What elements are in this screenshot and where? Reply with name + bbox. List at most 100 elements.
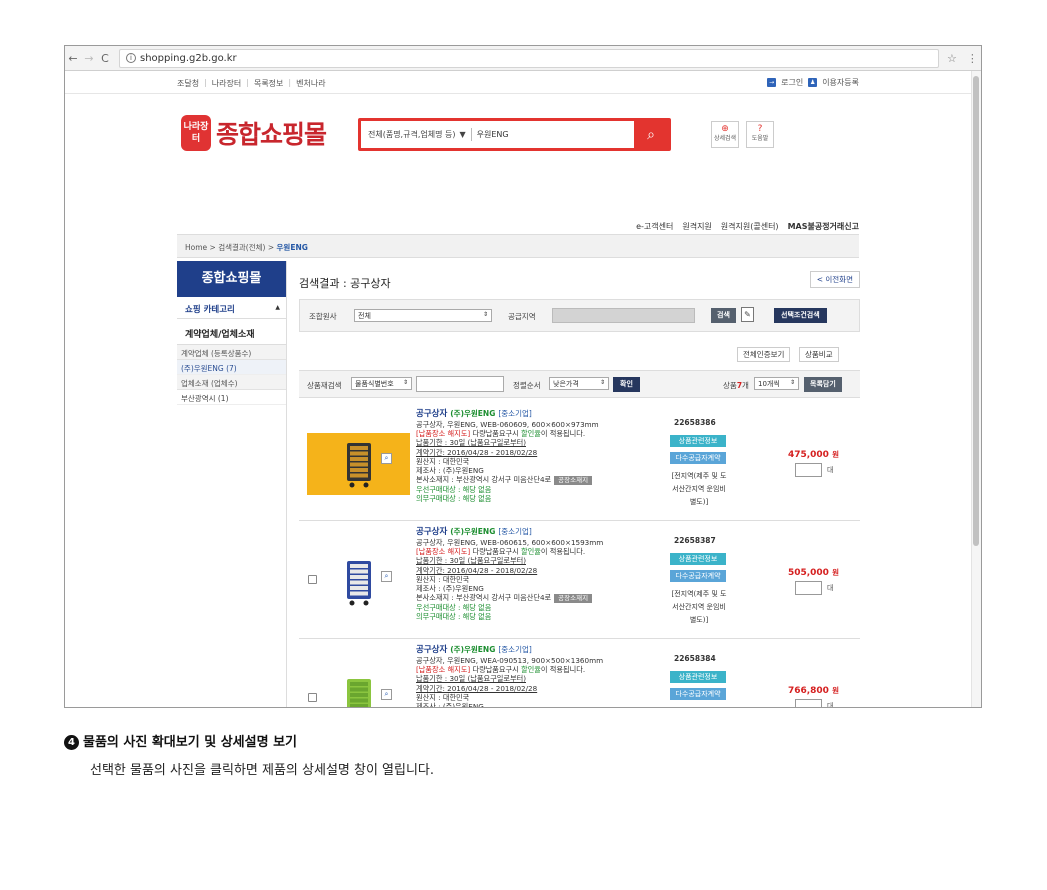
mas-contract-button[interactable]: 다수공급자계약 (670, 688, 726, 700)
zoom-icon[interactable]: ⌕ (381, 571, 392, 582)
compare-button[interactable]: 상품비교 (799, 347, 839, 362)
product-row: ⌕ 공구상자 (주)우원ENG [중소기업] 공구상자, 우원ENG, WEB-… (299, 403, 860, 521)
product-name-text: 공구상자 (416, 409, 448, 419)
separator: | (246, 78, 249, 87)
factory-location-button[interactable]: 공장소재지 (554, 476, 593, 486)
document-icon[interactable]: ✎ (741, 307, 754, 322)
region-field[interactable] (552, 308, 695, 323)
family-site-links: 조달청 | 나라장터 | 목록정보 | 벤처나라 (177, 78, 326, 89)
view-all-cert-button[interactable]: 전체인증보기 (737, 347, 791, 362)
breadcrumb-path[interactable]: Home > 검색결과(전체) > (185, 243, 277, 252)
mas-contract-button[interactable]: 다수공급자계약 (670, 570, 726, 582)
per-page-select[interactable]: 10개씩 ⇕ (754, 377, 799, 390)
product-name[interactable]: 공구상자 (주)우원ENG [중소기업] (416, 644, 656, 656)
nav-remote-callcenter[interactable]: 원격지원(콜센터) (721, 221, 779, 232)
login-icon: → (767, 78, 777, 87)
scrollbar-thumb[interactable] (973, 76, 979, 546)
sidebar-item-region[interactable]: 부산광역시 (1) (177, 390, 286, 405)
sidebar-section-title: 계약업체 (등록상품수) (177, 345, 286, 360)
browser-menu-icon[interactable]: ⋮ (967, 52, 978, 65)
search-icon: ⌕ (647, 126, 655, 143)
tool-cabinet-icon (346, 679, 371, 707)
user-icon: ♟ (808, 78, 818, 87)
help-label: 도움말 (751, 135, 769, 142)
order-select-value: 낮은가격 (553, 380, 579, 388)
filter-panel: 조합원사 전체 ⇕ 공급지역 검색 ✎ 선택조건검색 (299, 299, 860, 332)
product-spec: 공구상자, 우원ENG, WEA-090513, 900×500×1360mm (416, 656, 604, 665)
product-info-button[interactable]: 상품관련정보 (670, 671, 726, 683)
org-select[interactable]: 전체 ⇕ (354, 309, 492, 322)
back-arrow-icon[interactable]: ← (65, 52, 81, 65)
product-code: 22658386 (674, 418, 716, 427)
mandatory-purchase: 의무구매대상 : 해당 없음 (416, 494, 492, 504)
research-input[interactable] (416, 376, 504, 392)
reload-icon[interactable]: C (97, 52, 113, 65)
logo-seal-icon: 나라장터 (181, 115, 211, 151)
research-field-select[interactable]: 물품식별번호 ⇕ (351, 377, 412, 390)
zoom-icon[interactable]: ⌕ (381, 689, 392, 700)
product-info-button[interactable]: 상품관련정보 (670, 553, 726, 565)
add-to-list-button[interactable]: 목록담기 (804, 377, 842, 392)
back-button[interactable]: < 이전화면 (809, 271, 860, 288)
confirm-button[interactable]: 확인 (613, 377, 640, 392)
product-info-button[interactable]: 상품관련정보 (670, 435, 726, 447)
notice-end: 이 적용됩니다. (540, 429, 586, 439)
product-contract: 계약기간: 2016/04/28 - 2018/02/28 (416, 565, 538, 575)
region-label: 공급지역 (508, 312, 536, 321)
search-button[interactable]: ⌕ (634, 121, 668, 148)
bookmark-star-icon[interactable]: ☆ (947, 52, 957, 65)
login-link[interactable]: 로그인 (781, 77, 803, 88)
factory-location-button[interactable]: 공장소재지 (554, 594, 593, 604)
mas-contract-button[interactable]: 다수공급자계약 (670, 452, 726, 464)
browser-window: ← → C i shopping.g2b.go.kr ☆ ⋮ 조달청 | 나라장… (64, 45, 982, 708)
condition-search-button[interactable]: 선택조건검색 (774, 308, 827, 323)
sidebar-category-toggle[interactable]: 쇼핑 카테고리 ▲ (177, 297, 286, 319)
search-scope-select[interactable]: 전체(품명,규격,업체명 등) (361, 129, 455, 140)
quantity-input[interactable] (795, 581, 822, 595)
link-g2b[interactable]: 나라장터 (212, 78, 241, 89)
link-catalog[interactable]: 목록정보 (254, 78, 283, 89)
price-value: 475,000 (787, 450, 829, 460)
info-icon[interactable]: i (126, 53, 136, 63)
detail-search-button[interactable]: ⊕ 상세검색 (711, 121, 739, 148)
product-image[interactable] (307, 551, 410, 613)
research-field-value: 물품식별번호 (355, 380, 394, 388)
result-count: 상품7개 (723, 380, 749, 391)
nav-remote-support[interactable]: 원격지원 (682, 221, 711, 232)
product-details: 공구상자 (주)우원ENG [중소기업] 공구상자, 우원ENG, WEB-06… (416, 408, 656, 504)
register-link[interactable]: 이용자등록 (822, 77, 859, 88)
product-name[interactable]: 공구상자 (주)우원ENG [중소기업] (416, 408, 656, 420)
nav-mas-report[interactable]: MAS불공정거래신고 (788, 221, 859, 232)
notice-red: [납품장소 해지도] (416, 429, 471, 439)
notice-green: 할인율 (521, 665, 541, 675)
site-logo[interactable]: 나라장터 종합쇼핑몰 (181, 115, 327, 151)
caption-title-text: 물품의 사진 확대보기 및 상세설명 보기 (83, 735, 297, 750)
order-select[interactable]: 낮은가격 ⇕ (549, 377, 609, 390)
help-icon: ? (757, 124, 763, 134)
product-name[interactable]: 공구상자 (주)우원ENG [중소기업] (416, 526, 656, 538)
zoom-icon[interactable]: ⌕ (381, 453, 392, 464)
divider (470, 128, 472, 141)
product-notice: [납품장소 해지도] 다량납품요구시 할인율이 적용됩니다. (416, 547, 656, 556)
notice-green: 할인율 (521, 429, 541, 439)
product-image[interactable] (307, 669, 410, 707)
quantity-input[interactable] (795, 699, 822, 707)
product-name-text: 공구상자 (416, 527, 448, 537)
sidebar-category-label: 쇼핑 카테고리 (185, 305, 235, 315)
nav-customer-center[interactable]: e-고객센터 (636, 221, 673, 232)
help-button[interactable]: ? 도움말 (746, 121, 774, 148)
address-text: 본사소재지 : 부산광역시 강서구 미음산단4로 (416, 593, 552, 603)
notice-end: 이 적용됩니다. (540, 665, 586, 675)
product-maker: 제조사 : (주)우원ENG (416, 466, 484, 476)
product-image[interactable] (307, 433, 410, 495)
address-bar[interactable]: i shopping.g2b.go.kr (119, 48, 939, 68)
link-venture[interactable]: 벤처나라 (296, 78, 325, 89)
quantity-input[interactable] (795, 463, 822, 477)
filter-search-button[interactable]: 검색 (711, 308, 736, 323)
select-arrow-icon: ⇕ (482, 311, 488, 318)
forward-arrow-icon[interactable]: → (81, 52, 97, 65)
sidebar-item-vendor[interactable]: (주)우원ENG (7) (177, 360, 286, 375)
link-pps[interactable]: 조달청 (177, 78, 199, 89)
chevron-down-icon[interactable]: ▼ (459, 130, 465, 139)
search-input[interactable] (476, 130, 634, 139)
